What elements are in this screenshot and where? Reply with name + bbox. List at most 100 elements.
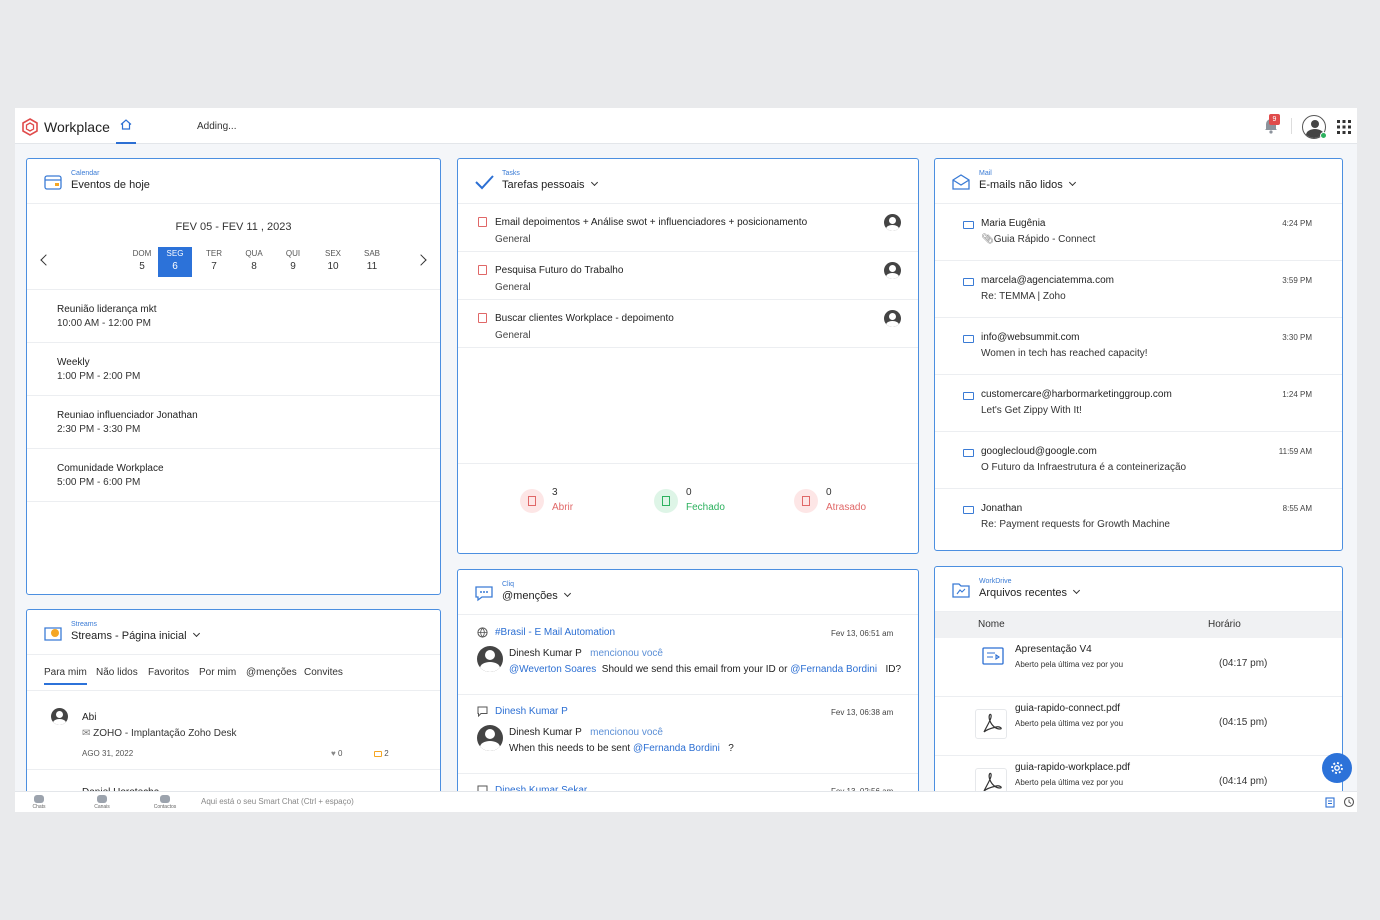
post-text: ✉︎ ZOHO - Implantação Zoho Desk: [82, 728, 237, 739]
widget-title[interactable]: Streams - Página inicial: [71, 629, 200, 642]
task-item[interactable]: Email depoimentos + Análise swot + influ…: [458, 204, 918, 252]
file-subtitle: Aberto pela última vez por you: [1015, 660, 1124, 669]
task-icon: [478, 313, 487, 323]
event-item[interactable]: Reuniao influenciador Jonathan 2:30 PM - …: [27, 396, 440, 449]
streams-header: Streams Streams - Página inicial: [27, 610, 440, 655]
file-row[interactable]: Apresentação V4 Aberto pela última vez p…: [935, 638, 1342, 697]
widget-tag: Calendar: [71, 170, 100, 177]
open-tasks-icon: [520, 489, 544, 513]
chevron-down-icon[interactable]: [590, 178, 598, 187]
cliq-message[interactable]: #Brasil - E Mail Automation Fev 13, 06:5…: [458, 616, 918, 694]
assignee-avatar[interactable]: [884, 310, 901, 327]
day-mon-selected[interactable]: SEG 6: [158, 247, 192, 277]
assignee-avatar[interactable]: [884, 262, 901, 279]
mail-item[interactable]: Jonathan Re: Payment requests for Growth…: [935, 489, 1342, 546]
channel-link[interactable]: #Brasil - E Mail Automation: [495, 627, 615, 638]
chevron-down-icon[interactable]: [1073, 586, 1081, 595]
tab-nao-lidos[interactable]: Não lidos: [96, 667, 138, 678]
brand-name[interactable]: Workplace: [44, 119, 110, 135]
day-fri[interactable]: SEX 10: [316, 247, 350, 277]
likes-count[interactable]: ♥︎ 0: [331, 749, 342, 758]
chevron-down-icon[interactable]: [192, 629, 200, 638]
streams-widget: Streams Streams - Página inicial Para mi…: [26, 609, 441, 809]
next-week-chevron-icon[interactable]: [415, 254, 427, 266]
tab-home[interactable]: [116, 118, 136, 144]
mail-item[interactable]: marcela@agenciatemma.com Re: TEMMA | Zoh…: [935, 261, 1342, 318]
tab-por-mim[interactable]: Por mim: [199, 667, 236, 678]
day-thu[interactable]: QUI 9: [276, 247, 310, 277]
mail-subject: O Futuro da Infraestrutura é a conteiner…: [981, 462, 1187, 473]
author-avatar[interactable]: [51, 708, 68, 725]
prev-week-chevron-icon[interactable]: [40, 254, 52, 266]
day-sun[interactable]: DOM 5: [125, 247, 159, 277]
column-header-time[interactable]: Horário: [1208, 619, 1241, 630]
calendar-widget: Calendar Eventos de hoje FEV 05 - FEV 11…: [26, 158, 441, 595]
widget-title[interactable]: Eventos de hoje: [71, 179, 150, 191]
user-mention[interactable]: @Fernanda Bordini: [790, 664, 877, 675]
tab-favoritos[interactable]: Favoritos: [148, 667, 189, 678]
folder-icon: [952, 583, 970, 598]
bottom-channels-button[interactable]: Canais: [89, 794, 115, 811]
mail-time: 3:59 PM: [1282, 276, 1312, 285]
widget-title[interactable]: @menções: [502, 589, 571, 602]
message-author[interactable]: Dinesh Kumar P: [509, 648, 582, 659]
assignee-avatar[interactable]: [884, 214, 901, 231]
task-item[interactable]: Buscar clientes Workplace - depoimento G…: [458, 300, 918, 348]
widget-title[interactable]: Arquivos recentes: [979, 586, 1081, 599]
apps-grid-icon[interactable]: [1337, 120, 1351, 134]
mail-sender: marcela@agenciatemma.com: [981, 275, 1114, 286]
task-item[interactable]: Pesquisa Futuro do Trabalho General: [458, 252, 918, 300]
channel-link[interactable]: Dinesh Kumar P: [495, 706, 568, 717]
settings-fab-button[interactable]: [1322, 753, 1352, 783]
mail-item[interactable]: googlecloud@google.com O Futuro da Infra…: [935, 432, 1342, 489]
widget-tag: Tasks: [502, 170, 520, 177]
day-number: 9: [290, 261, 296, 272]
column-header-name[interactable]: Nome: [978, 619, 1005, 630]
tab-mencoes[interactable]: @menções: [246, 667, 297, 678]
message-author[interactable]: Dinesh Kumar P: [509, 727, 582, 738]
tab-para-mim[interactable]: Para mim: [44, 667, 87, 685]
user-mention[interactable]: @Weverton Soares: [509, 664, 596, 675]
widget-title[interactable]: E-mails não lidos: [979, 178, 1076, 191]
day-wed[interactable]: QUA 8: [237, 247, 271, 277]
mail-item[interactable]: info@websummit.com Women in tech has rea…: [935, 318, 1342, 375]
day-tue[interactable]: TER 7: [197, 247, 231, 277]
mail-sender: info@websummit.com: [981, 332, 1080, 343]
widget-tag: Mail: [979, 170, 992, 177]
event-item[interactable]: Comunidade Workplace 5:00 PM - 6:00 PM: [27, 449, 440, 502]
stat-overdue[interactable]: 0 Atrasado: [794, 487, 914, 517]
message-time: Fev 13, 06:51 am: [831, 629, 894, 638]
event-item[interactable]: Weekly 1:00 PM - 2:00 PM: [27, 343, 440, 396]
workplace-logo-icon[interactable]: [21, 118, 39, 136]
bottom-contacts-button[interactable]: Contactos: [152, 794, 178, 811]
mail-item[interactable]: Maria Eugênia 📎︎Guia Rápido - Connect 4:…: [935, 204, 1342, 261]
cliq-message[interactable]: Dinesh Kumar P Fev 13, 06:38 am Dinesh K…: [458, 695, 918, 773]
author-avatar[interactable]: [477, 725, 503, 751]
post-author[interactable]: Abi: [82, 712, 96, 723]
chevron-down-icon[interactable]: [1068, 178, 1076, 187]
stream-post[interactable]: Abi ✉︎ ZOHO - Implantação Zoho Desk AGO …: [27, 692, 440, 770]
envelope-icon: [963, 221, 974, 229]
mail-item[interactable]: customercare@harbormarketinggroup.com Le…: [935, 375, 1342, 432]
bottom-chats-button[interactable]: Chats: [26, 794, 52, 811]
message-text-part: When this needs to be sent: [509, 743, 631, 754]
smart-chat-input[interactable]: Aqui está o seu Smart Chat (Ctrl + espaç…: [201, 797, 354, 806]
event-time: 2:30 PM - 3:30 PM: [57, 424, 141, 435]
globe-icon: [477, 627, 488, 638]
clock-icon[interactable]: [1343, 796, 1355, 808]
user-mention[interactable]: @Fernanda Bordini: [633, 743, 720, 754]
day-sat[interactable]: SAB 11: [355, 247, 389, 277]
widget-title[interactable]: Tarefas pessoais: [502, 178, 598, 191]
author-avatar[interactable]: [477, 646, 503, 672]
comments-count[interactable]: 2: [374, 749, 389, 758]
task-group: General: [495, 234, 531, 245]
tasks-list-icon[interactable]: [1324, 796, 1336, 808]
calendar-date-range: FEV 05 - FEV 11 , 2023: [175, 221, 292, 233]
stat-closed[interactable]: 0 Fechado: [654, 487, 774, 517]
heart-icon: ♥︎: [331, 749, 336, 758]
event-item[interactable]: Reunião liderança mkt 10:00 AM - 12:00 PM: [27, 290, 440, 343]
file-row[interactable]: guia-rapido-connect.pdf Aberto pela últi…: [935, 697, 1342, 756]
chevron-down-icon[interactable]: [563, 589, 571, 598]
tab-convites[interactable]: Convites: [304, 667, 343, 678]
stat-open[interactable]: 3 Abrir: [520, 487, 640, 517]
